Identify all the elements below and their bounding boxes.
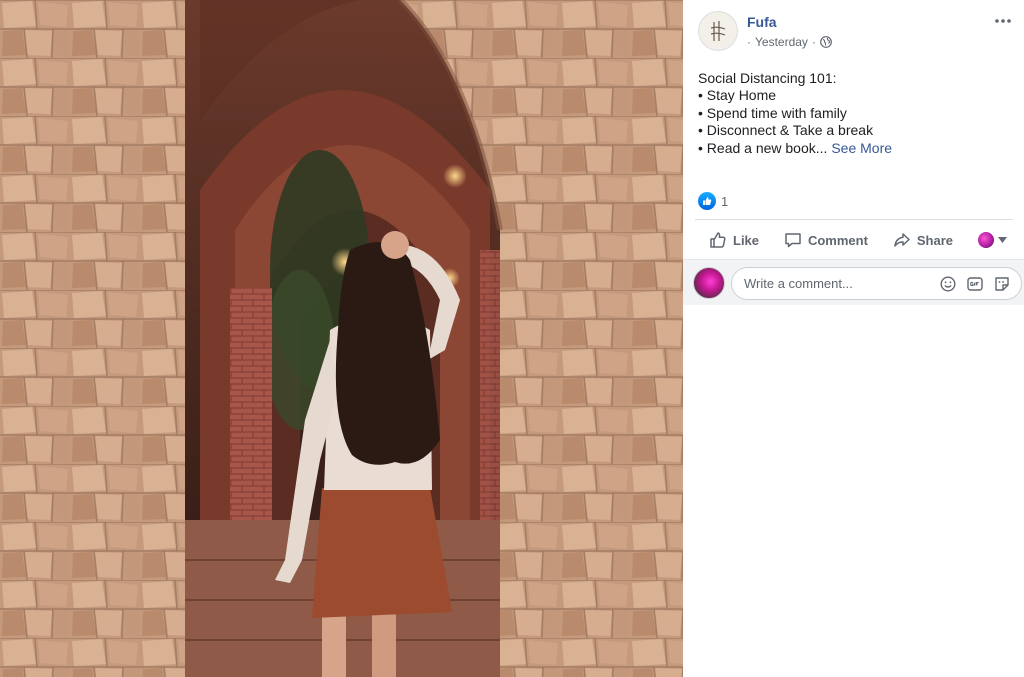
post-text-line: • Read a new book... See More bbox=[698, 140, 1018, 157]
reactions-summary[interactable]: 1 bbox=[698, 192, 728, 210]
share-label: Share bbox=[916, 232, 954, 248]
emoji-icon[interactable] bbox=[939, 275, 957, 293]
comment-input[interactable] bbox=[744, 276, 934, 291]
gif-icon[interactable] bbox=[966, 275, 984, 293]
user-avatar[interactable] bbox=[693, 267, 725, 299]
post-text-line: Social Distancing 101: bbox=[698, 70, 837, 86]
comment-field[interactable] bbox=[731, 267, 1022, 300]
caret-down-icon bbox=[997, 237, 1007, 243]
fufa-logo-icon bbox=[710, 21, 726, 41]
see-more-link[interactable]: See More bbox=[831, 140, 892, 156]
like-button[interactable]: Like bbox=[709, 225, 759, 255]
post-text-line: • Stay Home bbox=[698, 87, 777, 104]
post-meta: · Yesterday · bbox=[747, 35, 832, 49]
reaction-count: 1 bbox=[721, 193, 729, 209]
sticker-icon[interactable] bbox=[993, 275, 1011, 293]
globe-icon[interactable] bbox=[820, 36, 832, 48]
post-actions: Like Comment Share bbox=[695, 222, 1013, 258]
post-text-line-last: • Read a new book... bbox=[698, 139, 828, 156]
post-photo[interactable] bbox=[0, 0, 683, 677]
more-options-icon[interactable] bbox=[992, 10, 1014, 32]
avatar bbox=[977, 232, 994, 248]
archway-woman-image bbox=[0, 0, 683, 677]
time-prefix: · bbox=[747, 35, 751, 49]
comment-icon bbox=[785, 233, 801, 248]
thumbs-up-icon bbox=[710, 232, 726, 248]
comment-composer bbox=[683, 259, 1024, 305]
page-avatar[interactable] bbox=[698, 11, 738, 51]
comment-tools bbox=[939, 275, 1011, 293]
divider bbox=[695, 219, 1013, 220]
comment-button[interactable]: Comment bbox=[784, 225, 868, 255]
like-label: Like bbox=[733, 232, 760, 248]
comment-label: Comment bbox=[807, 232, 868, 248]
post-panel: Fufa · Yesterday · Social Distancing 101… bbox=[683, 0, 1024, 677]
post-author[interactable]: Fufa bbox=[747, 14, 777, 30]
share-icon bbox=[894, 233, 910, 247]
like-reaction-icon bbox=[698, 192, 716, 210]
post-text-line: • Disconnect & Take a break bbox=[698, 122, 874, 139]
post-text-line: • Spend time with family bbox=[698, 104, 847, 121]
reaction-selector[interactable] bbox=[977, 232, 1007, 248]
share-button[interactable]: Share bbox=[893, 225, 953, 255]
time-suffix: · bbox=[811, 35, 816, 49]
post-text: Social Distancing 101: • Stay Home • Spe… bbox=[698, 70, 1018, 157]
post-timestamp[interactable]: Yesterday bbox=[755, 35, 808, 49]
